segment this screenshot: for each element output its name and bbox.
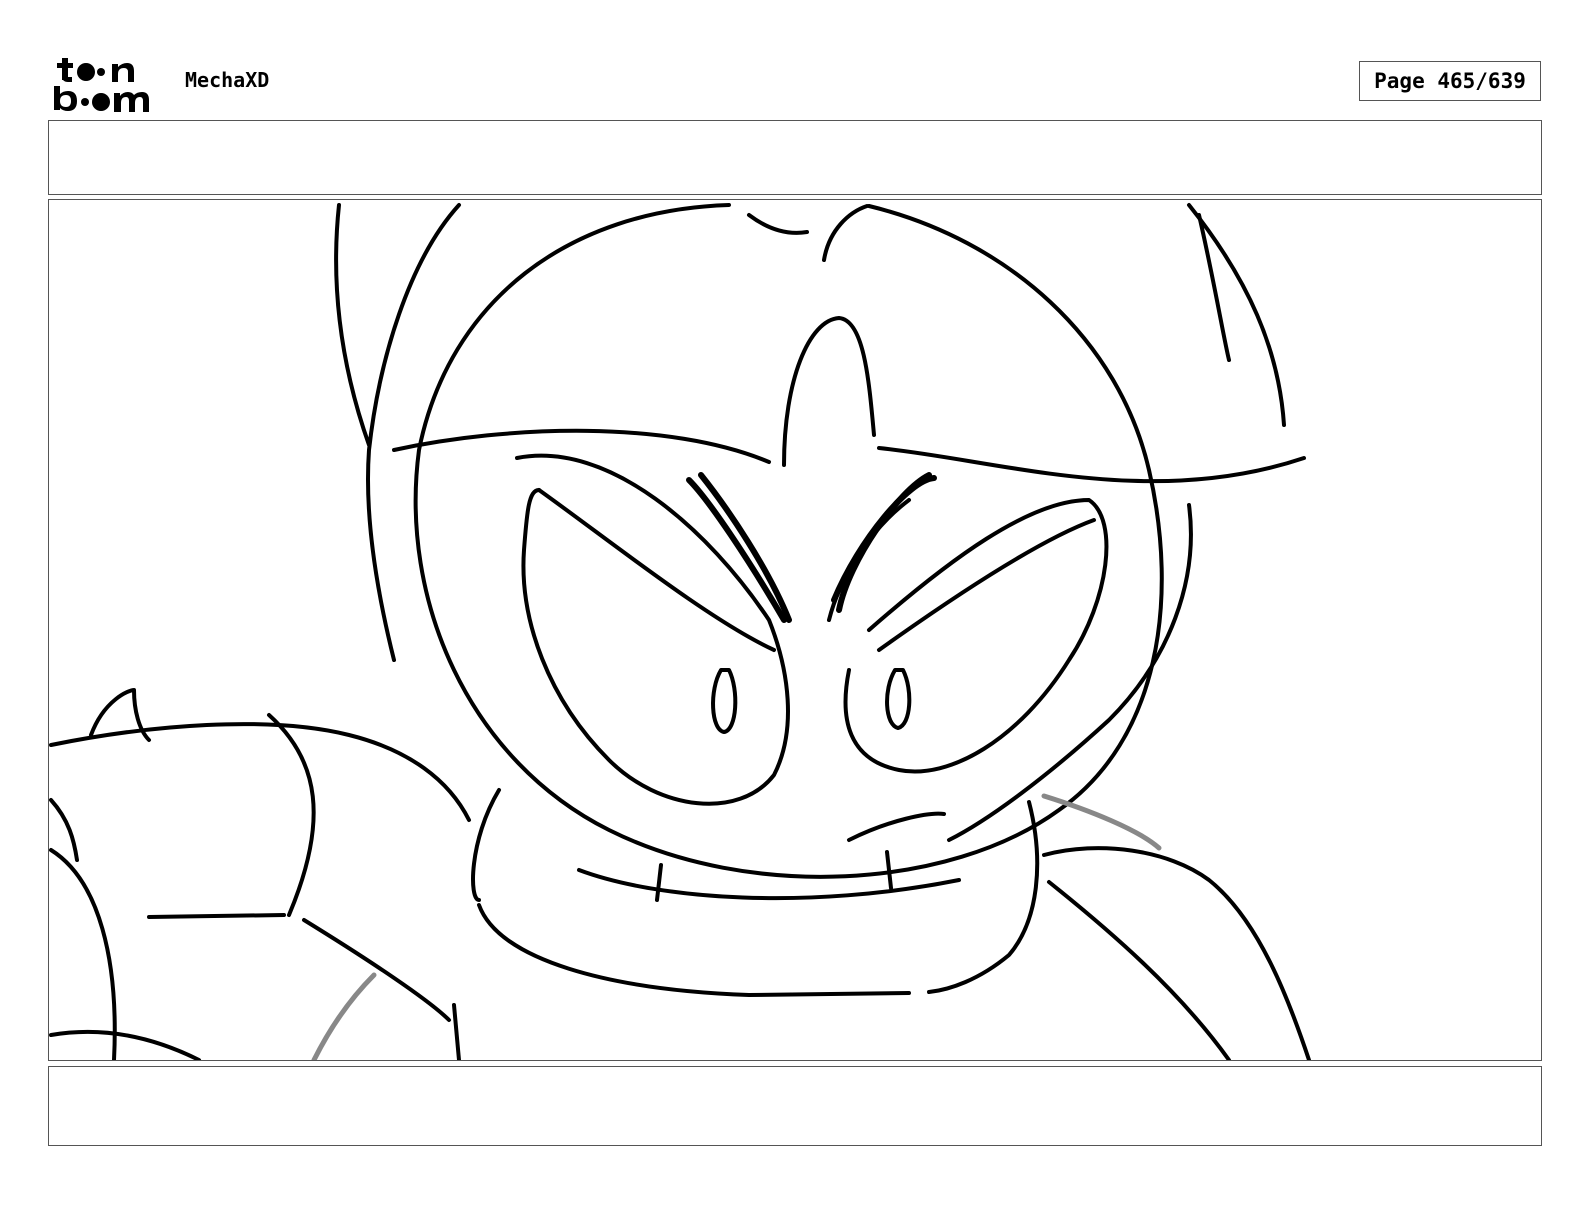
panel-header-box: [48, 120, 1542, 195]
storyboard-sketch: [49, 203, 1311, 1060]
storyboard-panel: [48, 199, 1542, 1061]
toon-boom-logo: [52, 52, 164, 112]
project-title: MechaXD: [185, 68, 270, 92]
page-counter: Page 465/639: [1359, 61, 1541, 101]
panel-caption-box: [48, 1066, 1542, 1146]
